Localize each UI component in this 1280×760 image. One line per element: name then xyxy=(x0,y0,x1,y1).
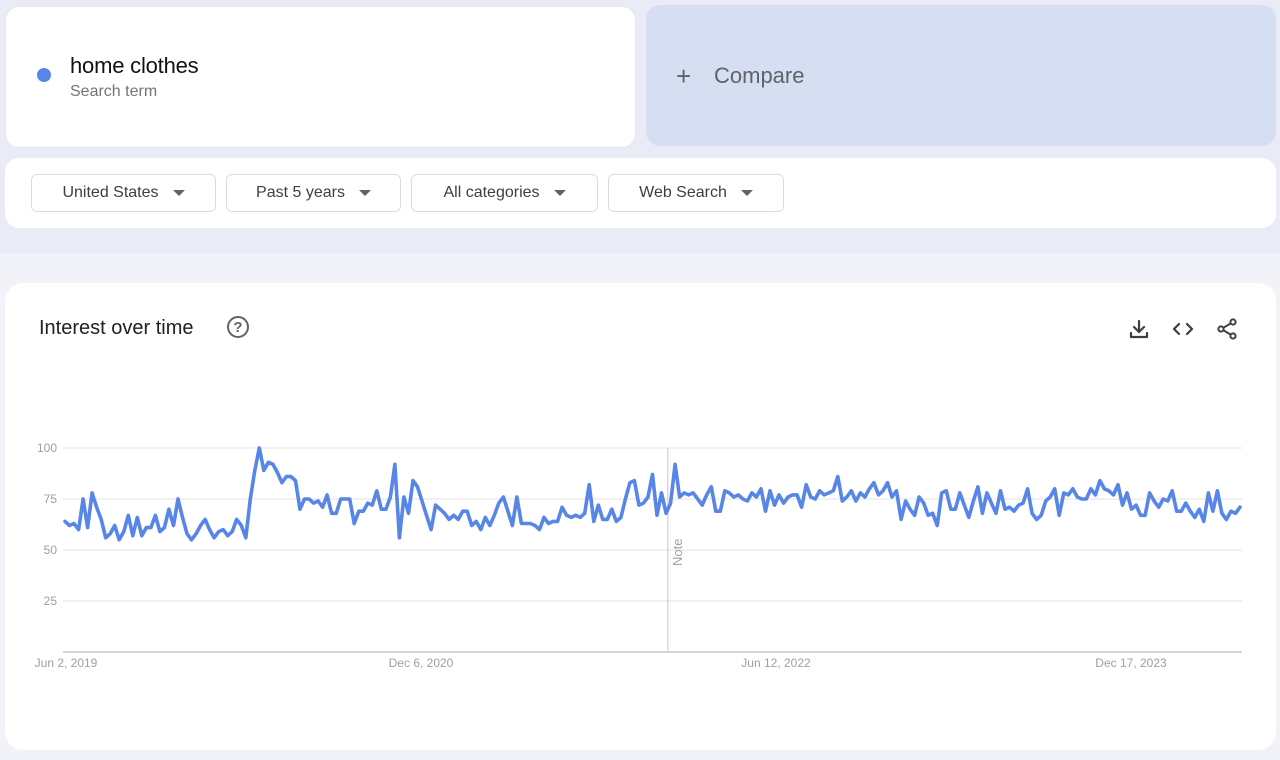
x-tick-label: Jun 2, 2019 xyxy=(35,656,98,670)
y-tick-label: 25 xyxy=(44,594,58,608)
x-tick-label: Dec 6, 2020 xyxy=(389,656,454,670)
series-line-home-clothes[interactable] xyxy=(63,446,1242,542)
y-tick-label: 50 xyxy=(44,543,58,557)
note-label[interactable]: Note xyxy=(670,539,685,566)
x-tick-label: Dec 17, 2023 xyxy=(1095,656,1167,670)
y-tick-label: 75 xyxy=(44,492,58,506)
y-tick-label: 100 xyxy=(37,441,57,455)
x-tick-label: Jun 12, 2022 xyxy=(741,656,811,670)
interest-chart: Note 25 50 75 100 Jun 2, 2019 Dec 6, 2020 Jun … xyxy=(35,441,1242,670)
